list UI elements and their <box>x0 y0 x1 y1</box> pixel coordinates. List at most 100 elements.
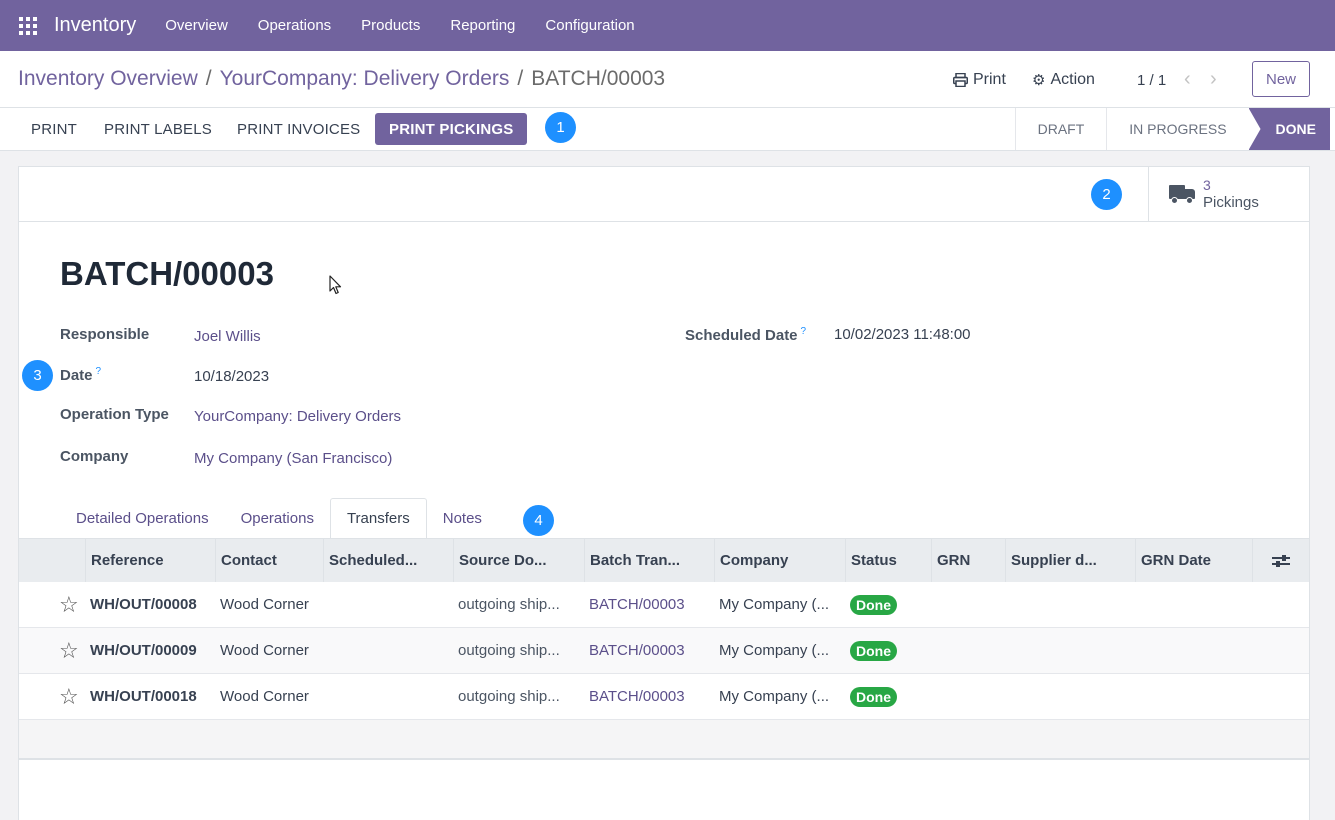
cell-scheduled <box>323 628 453 673</box>
notebook-tabs: Detailed Operations Operations Transfers… <box>60 498 498 539</box>
column-header-grn-date[interactable]: GRN Date <box>1135 539 1252 582</box>
star-icon[interactable]: ☆ <box>19 638 79 664</box>
cell-scheduled <box>323 582 453 627</box>
stage-in-progress[interactable]: IN PROGRESS <box>1106 108 1248 150</box>
nav-overview[interactable]: Overview <box>150 17 243 34</box>
print-dropdown-button[interactable]: Print <box>953 71 1006 89</box>
table-footer <box>19 720 1309 760</box>
cell-batch: BATCH/00003 <box>589 688 685 705</box>
cell-source: outgoing ship... <box>458 596 560 613</box>
pager-value[interactable]: 1 / 1 <box>1137 72 1166 89</box>
table-row[interactable]: ☆ WH/OUT/00009 Wood Corner outgoing ship… <box>19 628 1309 674</box>
cell-contact: Wood Corner <box>220 596 309 613</box>
operation-type-value[interactable]: YourCompany: Delivery Orders <box>194 408 401 425</box>
breadcrumb-separator: / <box>205 67 212 90</box>
table-header: Reference Contact Scheduled... Source Do… <box>19 538 1309 582</box>
breadcrumb-current: BATCH/00003 <box>531 67 666 90</box>
print-labels-button[interactable]: PRINT LABELS <box>90 113 226 145</box>
column-header-source[interactable]: Source Do... <box>453 539 584 582</box>
table-row[interactable]: ☆ WH/OUT/00008 Wood Corner outgoing ship… <box>19 582 1309 628</box>
app-brand[interactable]: Inventory <box>54 14 136 37</box>
truck-icon <box>1169 183 1195 205</box>
cell-batch: BATCH/00003 <box>589 642 685 659</box>
scheduled-date-label: Scheduled Date? <box>685 326 807 344</box>
cell-source: outgoing ship... <box>458 688 560 705</box>
new-button[interactable]: New <box>1252 61 1310 97</box>
column-header-company[interactable]: Company <box>714 539 845 582</box>
company-label: Company <box>60 448 129 465</box>
star-icon[interactable]: ☆ <box>19 592 79 618</box>
star-icon[interactable]: ☆ <box>19 684 79 710</box>
action-dropdown-button[interactable]: ⚙ Action <box>1032 71 1095 89</box>
scheduled-date-value[interactable]: 10/02/2023 11:48:00 <box>834 326 971 343</box>
record-title: BATCH/00003 <box>60 255 274 292</box>
tab-operations[interactable]: Operations <box>225 498 330 539</box>
nav-products[interactable]: Products <box>346 17 435 34</box>
tab-detailed-operations[interactable]: Detailed Operations <box>60 498 225 539</box>
print-invoices-button[interactable]: PRINT INVOICES <box>223 113 374 145</box>
annotation-marker-4: 4 <box>523 505 554 536</box>
printer-icon <box>953 73 968 87</box>
column-header-scheduled[interactable]: Scheduled... <box>323 539 453 582</box>
print-pickings-button[interactable]: PRINT PICKINGS <box>375 113 528 145</box>
cell-company: My Company (... <box>719 688 830 705</box>
nav-reporting[interactable]: Reporting <box>435 17 530 34</box>
breadcrumb-item-overview[interactable]: Inventory Overview <box>18 67 198 91</box>
column-header-grn[interactable]: GRN <box>931 539 1005 582</box>
cell-scheduled <box>323 674 453 719</box>
mouse-cursor-icon <box>329 275 342 295</box>
sliders-icon <box>1272 554 1290 568</box>
annotation-marker-3: 3 <box>22 360 53 391</box>
print-label: Print <box>973 71 1006 88</box>
status-badge: Done <box>850 594 897 615</box>
breadcrumb-separator: / <box>517 67 524 90</box>
help-icon[interactable]: ? <box>96 366 102 377</box>
date-value[interactable]: 10/18/2023 <box>194 368 269 385</box>
status-bar: DRAFT IN PROGRESS DONE <box>1014 108 1330 150</box>
table-row[interactable]: ☆ WH/OUT/00018 Wood Corner outgoing ship… <box>19 674 1309 720</box>
annotation-marker-1: 1 <box>545 112 576 143</box>
annotation-marker-2: 2 <box>1091 179 1122 210</box>
operation-type-label: Operation Type <box>60 406 169 423</box>
chevron-right-icon[interactable]: › <box>1210 68 1217 91</box>
cell-contact: Wood Corner <box>220 688 309 705</box>
cell-company: My Company (... <box>719 642 830 659</box>
cell-reference: WH/OUT/00018 <box>90 688 197 705</box>
cell-company: My Company (... <box>719 596 830 613</box>
tab-transfers[interactable]: Transfers <box>329 498 427 539</box>
column-header-batch[interactable]: Batch Tran... <box>584 539 714 582</box>
stage-draft[interactable]: DRAFT <box>1014 108 1107 150</box>
breadcrumb: Inventory Overview / YourCompany: Delive… <box>18 67 665 91</box>
tab-notes[interactable]: Notes <box>427 498 498 539</box>
pickings-count: 3 <box>1203 177 1211 193</box>
optional-columns-toggle[interactable] <box>1252 539 1309 582</box>
top-navbar: Inventory Overview Operations Products R… <box>0 0 1335 51</box>
stage-done[interactable]: DONE <box>1248 108 1330 150</box>
transfers-table: Reference Contact Scheduled... Source Do… <box>19 538 1309 760</box>
control-panel: Inventory Overview / YourCompany: Delive… <box>0 51 1335 108</box>
help-icon[interactable]: ? <box>801 326 807 337</box>
smart-button-box: 2 3 Pickings <box>19 167 1309 222</box>
nav-configuration[interactable]: Configuration <box>530 17 649 34</box>
breadcrumb-item-delivery-orders[interactable]: YourCompany: Delivery Orders <box>220 67 510 91</box>
column-header-contact[interactable]: Contact <box>215 539 323 582</box>
cell-reference: WH/OUT/00009 <box>90 642 197 659</box>
cell-contact: Wood Corner <box>220 642 309 659</box>
responsible-label: Responsible <box>60 326 150 343</box>
cell-reference: WH/OUT/00008 <box>90 596 197 613</box>
column-header-select <box>19 539 85 582</box>
responsible-value[interactable]: Joel Willis <box>194 328 261 345</box>
date-label: Date? <box>60 366 102 384</box>
column-header-supplier[interactable]: Supplier d... <box>1005 539 1135 582</box>
print-button[interactable]: PRINT <box>17 113 91 145</box>
company-value[interactable]: My Company (San Francisco) <box>194 450 392 467</box>
nav-operations[interactable]: Operations <box>243 17 346 34</box>
column-header-status[interactable]: Status <box>845 539 931 582</box>
chevron-left-icon[interactable]: ‹ <box>1184 68 1191 91</box>
status-badge: Done <box>850 640 897 661</box>
action-label: Action <box>1050 71 1095 88</box>
action-button-bar: PRINT PRINT LABELS PRINT INVOICES PRINT … <box>0 108 1335 151</box>
apps-menu-icon[interactable] <box>19 16 37 35</box>
column-header-reference[interactable]: Reference <box>85 539 215 582</box>
pickings-smart-button[interactable]: 3 Pickings <box>1148 167 1309 221</box>
